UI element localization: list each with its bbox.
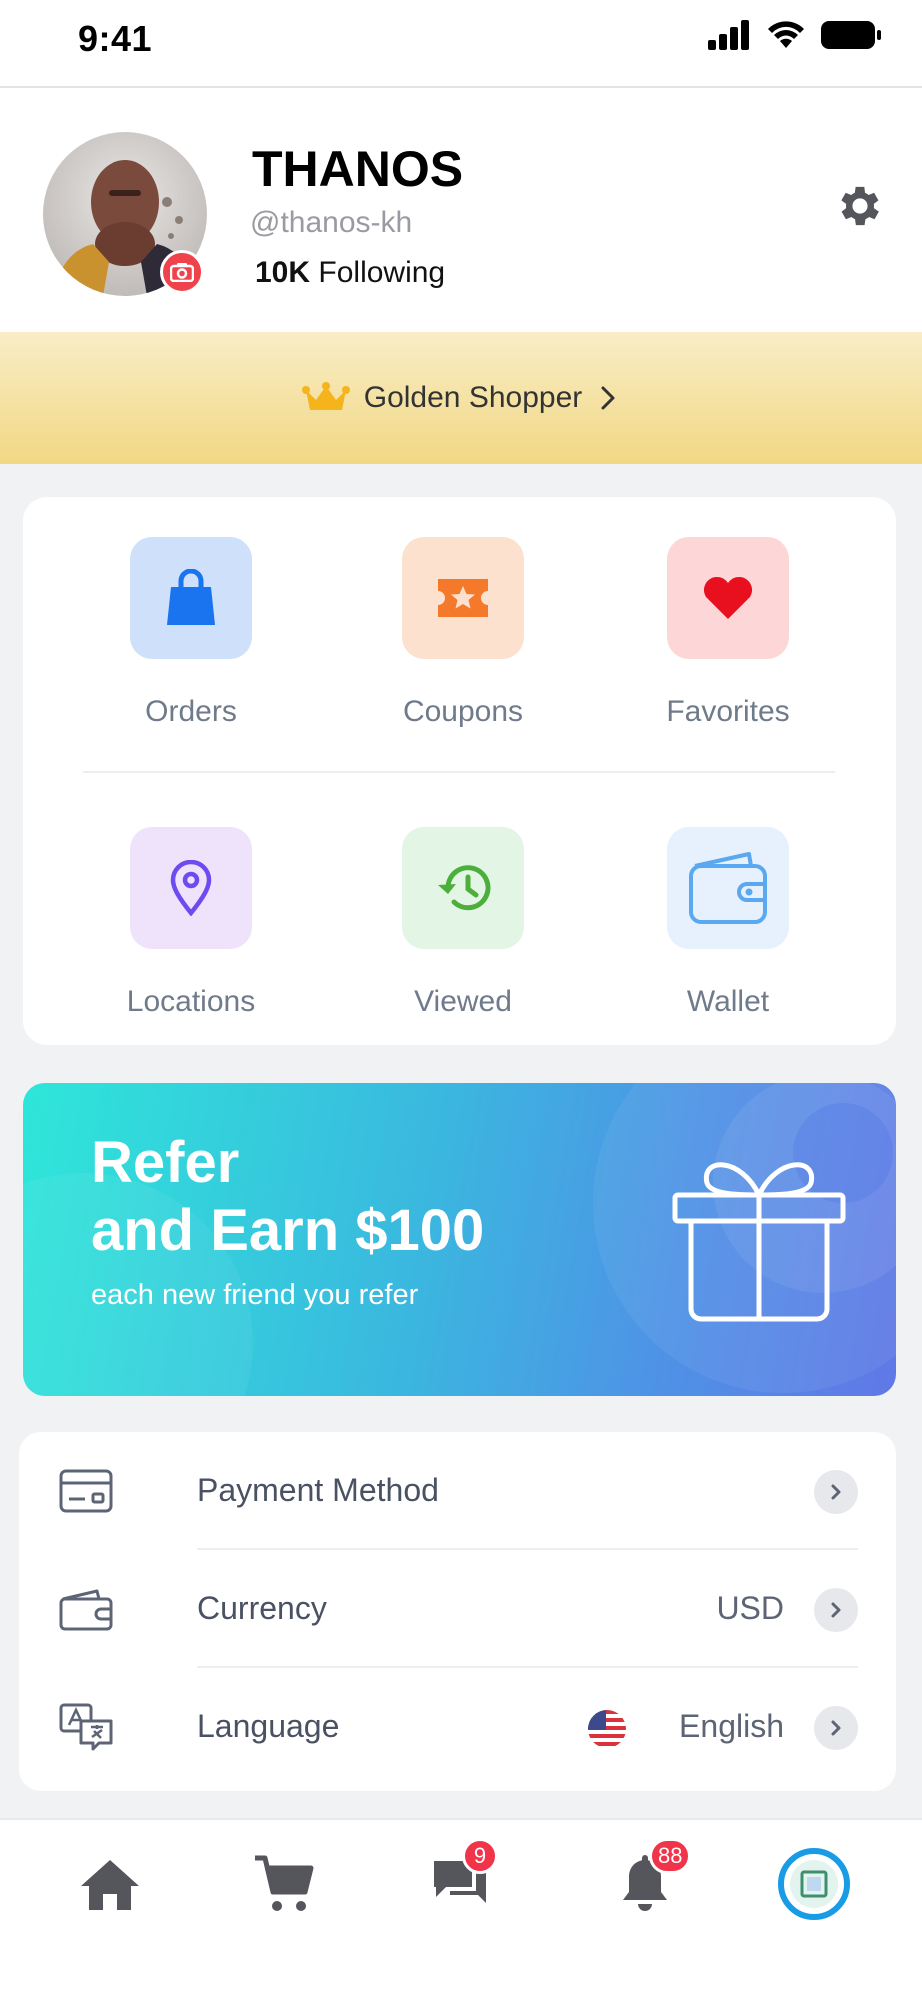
tab-messages[interactable]: 9 bbox=[420, 1838, 500, 1924]
chevron-right-icon bbox=[814, 1470, 858, 1514]
shortcut-orders[interactable]: Orders bbox=[91, 537, 291, 729]
shortcut-label: Orders bbox=[145, 695, 237, 728]
gear-icon[interactable] bbox=[834, 180, 886, 232]
shortcut-label: Coupons bbox=[402, 695, 524, 728]
status-time: 9:41 bbox=[78, 18, 153, 59]
referral-banner[interactable]: Refer and Earn $100 each new friend you … bbox=[23, 1083, 896, 1396]
language-value: English bbox=[679, 1708, 784, 1744]
shortcut-coupons[interactable]: Coupons bbox=[363, 537, 563, 729]
shortcut-viewed[interactable]: Viewed bbox=[363, 827, 563, 1019]
credit-card-icon bbox=[59, 1469, 113, 1513]
currency-label: Currency bbox=[197, 1590, 327, 1626]
gift-icon bbox=[672, 1162, 846, 1322]
shortcut-label: Locations bbox=[126, 985, 256, 1018]
user-name: THANOS bbox=[252, 141, 464, 197]
settings-card: Payment Method Currency USD Language Eng… bbox=[19, 1432, 896, 1791]
profile-header: THANOS @thanos-kh 10K Following bbox=[0, 88, 922, 332]
cart-icon bbox=[255, 1855, 314, 1911]
notifications-badge: 88 bbox=[649, 1838, 692, 1874]
language-row[interactable]: Language English bbox=[19, 1668, 896, 1786]
camera-icon bbox=[170, 263, 194, 282]
messages-badge: 9 bbox=[462, 1838, 498, 1874]
shortcut-label: Favorites bbox=[666, 695, 790, 728]
shortcut-label: Viewed bbox=[414, 985, 512, 1018]
crown-icon bbox=[301, 382, 350, 410]
wallet-icon bbox=[59, 1589, 113, 1631]
referral-title-line1: Refer bbox=[91, 1130, 240, 1195]
payment-method-row[interactable]: Payment Method bbox=[19, 1432, 896, 1550]
chevron-right-icon bbox=[814, 1588, 858, 1632]
payment-method-label: Payment Method bbox=[197, 1472, 439, 1508]
shopping-bag-icon bbox=[130, 537, 252, 659]
wifi-icon bbox=[768, 21, 804, 48]
signal-icon bbox=[708, 20, 749, 50]
tab-profile[interactable] bbox=[774, 1844, 854, 1924]
status-bar: 9:41 bbox=[0, 0, 922, 88]
grid-divider bbox=[83, 771, 835, 773]
user-handle: @thanos-kh bbox=[250, 206, 413, 239]
shortcut-wallet[interactable]: Wallet bbox=[628, 827, 828, 1019]
referral-title-line2: and Earn $100 bbox=[91, 1198, 485, 1263]
history-icon bbox=[402, 827, 524, 949]
change-photo-button[interactable] bbox=[160, 250, 204, 294]
location-pin-icon bbox=[130, 827, 252, 949]
membership-label: Golden Shopper bbox=[363, 381, 583, 414]
referral-subtitle: each new friend you refer bbox=[91, 1279, 419, 1311]
membership-banner[interactable]: Golden Shopper bbox=[0, 332, 922, 464]
shortcut-locations[interactable]: Locations bbox=[91, 827, 291, 1019]
heart-icon bbox=[667, 537, 789, 659]
status-icons bbox=[708, 20, 882, 50]
shortcut-favorites[interactable]: Favorites bbox=[628, 537, 828, 729]
currency-row[interactable]: Currency USD bbox=[19, 1550, 896, 1668]
chevron-right-icon bbox=[601, 386, 615, 410]
battery-icon bbox=[821, 21, 881, 49]
following-label: Following bbox=[318, 256, 446, 289]
home-icon bbox=[81, 1860, 139, 1910]
language-label: Language bbox=[197, 1708, 340, 1744]
tab-bar: 9 88 bbox=[0, 1818, 922, 1994]
profile-avatar-icon bbox=[778, 1848, 850, 1920]
wallet-icon bbox=[667, 827, 789, 949]
tab-home[interactable] bbox=[70, 1844, 150, 1924]
shortcuts-card: Orders Coupons Favorites Locations Viewe… bbox=[23, 497, 896, 1045]
tab-cart[interactable] bbox=[244, 1844, 324, 1924]
translate-icon bbox=[59, 1703, 113, 1751]
following-link[interactable]: 10K Following bbox=[255, 256, 445, 290]
referral-title: Refer and Earn $100 bbox=[91, 1129, 484, 1265]
currency-value: USD bbox=[716, 1590, 784, 1626]
chevron-right-icon bbox=[814, 1706, 858, 1750]
shortcut-label: Wallet bbox=[686, 985, 770, 1018]
us-flag-icon bbox=[588, 1710, 626, 1748]
following-count: 10K bbox=[255, 256, 311, 289]
tab-notifications[interactable]: 88 bbox=[605, 1838, 692, 1924]
ticket-star-icon bbox=[402, 537, 524, 659]
